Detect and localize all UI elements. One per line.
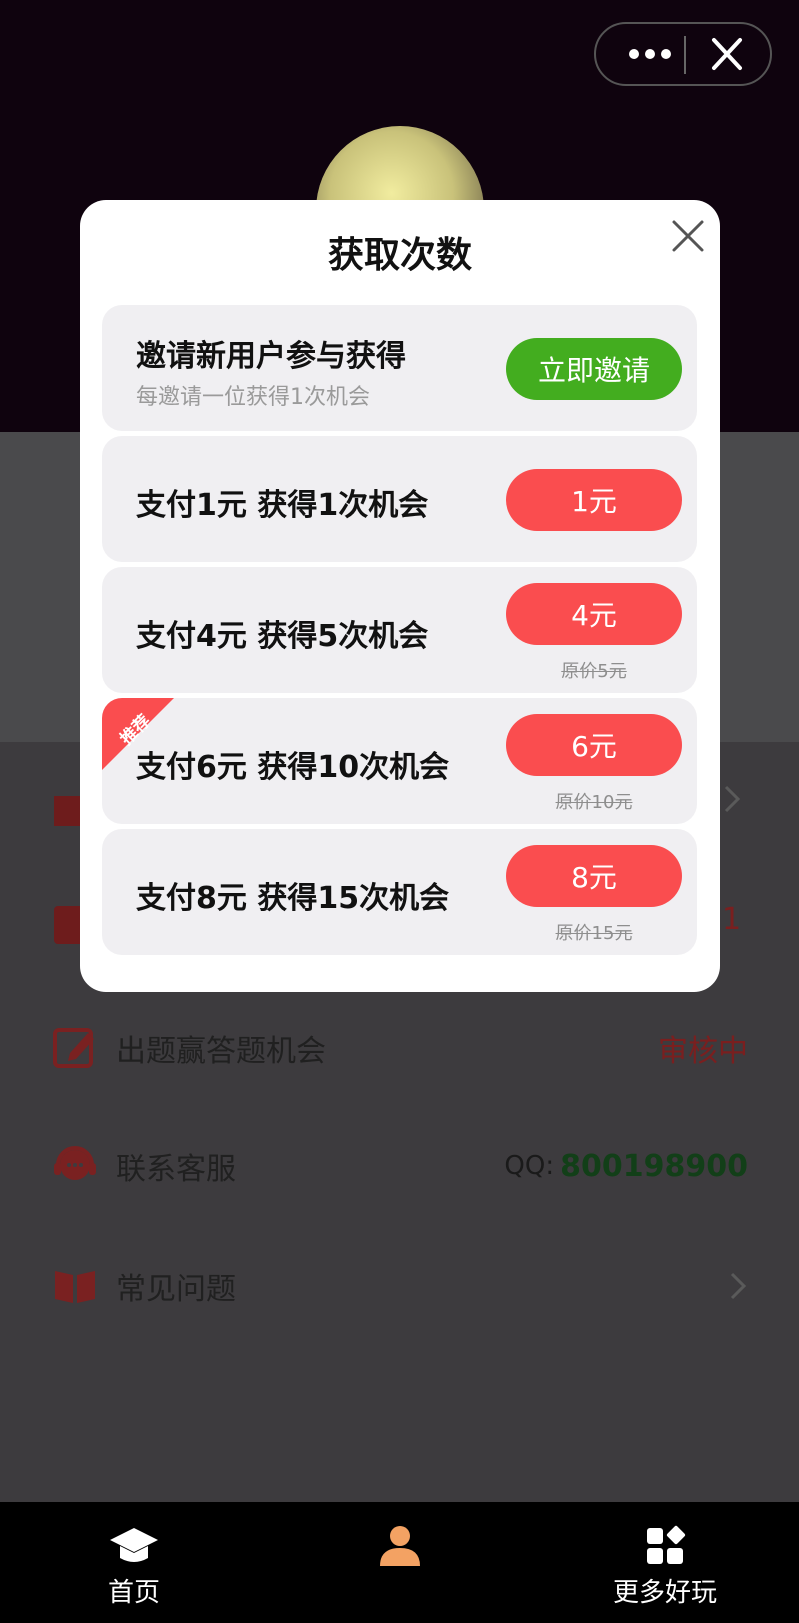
original-price: 原价10元	[555, 792, 633, 813]
original-price: 原价5元	[561, 661, 627, 682]
option-title: 支付6元 获得10次机会	[136, 750, 450, 785]
headset-icon	[54, 1146, 96, 1180]
option-invite: 邀请新用户参与获得 每邀请一位获得1次机会 立即邀请	[102, 305, 697, 431]
pay-8-button[interactable]: 8元	[506, 845, 682, 907]
book-icon	[55, 1271, 95, 1303]
tab-profile[interactable]	[350, 1502, 450, 1623]
status-badge: 审核中	[658, 1034, 748, 1069]
dialog-title: 获取次数	[327, 235, 472, 276]
apps-grid-icon	[647, 1525, 686, 1564]
partial-count: 1	[722, 902, 742, 937]
qq-number[interactable]: 800198900	[560, 1149, 748, 1184]
tab-label: 首页	[107, 1578, 160, 1608]
option-pay-8: 支付8元 获得15次机会 8元 原价15元	[102, 829, 697, 955]
tab-home[interactable]: 首页	[84, 1502, 184, 1623]
graduation-cap-icon	[110, 1528, 158, 1562]
menu-item-label: 出题赢答题机会	[116, 1034, 326, 1069]
menu-item-label: 常见问题	[116, 1272, 236, 1307]
tab-more-fun[interactable]: 更多好玩	[600, 1502, 730, 1623]
option-title: 支付1元 获得1次机会	[136, 488, 429, 523]
menu-item-faq[interactable]: 常见问题	[52, 1256, 748, 1316]
option-title: 支付8元 获得15次机会	[136, 881, 450, 916]
chevron-right-icon	[724, 785, 741, 813]
pay-4-button[interactable]: 4元	[506, 583, 682, 645]
bottom-tab-bar: 首页 更多好玩	[0, 1502, 799, 1623]
chevron-right-icon	[730, 1272, 747, 1300]
pay-6-button[interactable]: 6元	[506, 714, 682, 776]
menu-item-submit-question[interactable]: 出题赢答题机会 审核中	[52, 1018, 748, 1078]
option-title: 支付4元 获得5次机会	[136, 619, 429, 654]
menu-item-customer-service[interactable]: 联系客服 QQ: 800198900	[52, 1136, 748, 1196]
capsule-divider	[684, 36, 686, 74]
edit-icon	[53, 1028, 94, 1068]
option-pay-6: 推荐 支付6元 获得10次机会 6元 原价10元	[102, 698, 697, 824]
tab-label: 更多好玩	[612, 1578, 717, 1608]
close-mini-program-icon[interactable]	[704, 34, 750, 74]
more-options-icon[interactable]	[620, 36, 680, 72]
pay-1-button[interactable]: 1元	[506, 469, 682, 531]
option-pay-1: 支付1元 获得1次机会 1元	[102, 436, 697, 562]
option-pay-4: 支付4元 获得5次机会 4元 原价5元	[102, 567, 697, 693]
invite-button[interactable]: 立即邀请	[506, 338, 682, 400]
get-chances-dialog: 获取次数 邀请新用户参与获得 每邀请一位获得1次机会 立即邀请 支付1元 获得1…	[80, 200, 720, 992]
option-title: 邀请新用户参与获得	[136, 339, 406, 374]
qq-label: QQ:	[504, 1151, 555, 1181]
option-subtitle: 每邀请一位获得1次机会	[136, 385, 370, 410]
menu-item-label: 联系客服	[116, 1152, 236, 1187]
close-icon[interactable]	[668, 216, 708, 256]
original-price: 原价15元	[555, 923, 633, 944]
user-icon	[380, 1526, 420, 1566]
mini-program-capsule	[594, 22, 772, 86]
